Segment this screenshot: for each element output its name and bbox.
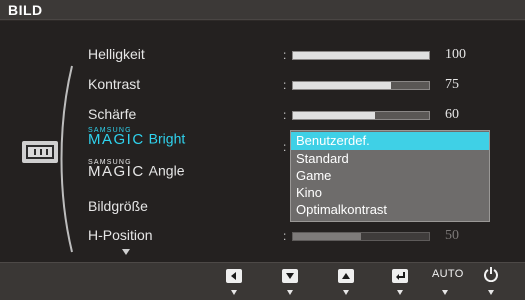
picture-menu-icon bbox=[22, 141, 58, 163]
menu-item-label: Bildgröße bbox=[88, 198, 148, 214]
separator: : bbox=[283, 48, 287, 62]
separator: : bbox=[283, 108, 287, 122]
menu-item-label: Bright bbox=[148, 130, 186, 147]
osd-title: BILD bbox=[8, 2, 43, 18]
arrow-down-icon bbox=[286, 273, 294, 279]
menu-item-bildgroesse[interactable]: Bildgröße bbox=[88, 198, 148, 214]
brand-large-text: MAGIC bbox=[88, 130, 145, 148]
button-pointer-icon bbox=[231, 290, 237, 295]
kontrast-value: 75 bbox=[445, 77, 459, 92]
menu-item-label: Helligkeit bbox=[88, 46, 145, 62]
dropdown-option-standard[interactable]: Standard bbox=[291, 150, 489, 168]
slider-fill bbox=[293, 112, 375, 119]
arrow-down-button[interactable] bbox=[282, 269, 298, 283]
chevron-down-icon[interactable] bbox=[122, 249, 130, 255]
menu-item-magic-angle[interactable]: SAMSUNG MAGIC Angle bbox=[88, 159, 185, 180]
osd-title-bar: BILD bbox=[0, 0, 525, 20]
menu-item-helligkeit[interactable]: Helligkeit bbox=[88, 46, 145, 62]
separator: : bbox=[283, 78, 287, 92]
menu-item-schaerfe[interactable]: Schärfe bbox=[88, 106, 136, 122]
dropdown-option-kino[interactable]: Kino bbox=[291, 184, 489, 202]
brand-large-text: MAGIC bbox=[88, 162, 145, 180]
menu-item-kontrast[interactable]: Kontrast bbox=[88, 76, 140, 92]
auto-button[interactable]: AUTO bbox=[432, 268, 464, 280]
menu-item-label: Angle bbox=[148, 162, 185, 179]
helligkeit-slider[interactable] bbox=[292, 51, 430, 60]
schaerfe-slider[interactable] bbox=[292, 111, 430, 120]
power-icon[interactable] bbox=[483, 266, 499, 282]
menu-item-label: H-Position bbox=[88, 227, 153, 243]
samsung-magic-logo: SAMSUNG MAGIC bbox=[88, 159, 145, 180]
button-pointer-icon bbox=[343, 290, 349, 295]
magic-bright-dropdown[interactable]: Benutzerdef. Standard Game Kino Optimalk… bbox=[290, 130, 490, 222]
arrow-up-icon bbox=[342, 273, 350, 279]
button-pointer-icon bbox=[442, 290, 448, 295]
dropdown-option-optimalkontrast[interactable]: Optimalkontrast bbox=[291, 201, 489, 219]
arrow-left-button[interactable] bbox=[226, 269, 242, 283]
control-bar: AUTO bbox=[0, 262, 525, 300]
menu-item-label: Kontrast bbox=[88, 76, 141, 92]
kontrast-slider[interactable] bbox=[292, 81, 430, 90]
dropdown-option-game[interactable]: Game bbox=[291, 167, 489, 185]
schaerfe-value: 60 bbox=[445, 107, 459, 122]
enter-icon bbox=[396, 272, 405, 280]
samsung-magic-logo: SAMSUNG MAGIC bbox=[88, 127, 145, 148]
enter-button[interactable] bbox=[392, 269, 408, 283]
slider-fill bbox=[293, 233, 361, 240]
button-pointer-icon bbox=[488, 290, 494, 295]
arrow-up-button[interactable] bbox=[338, 269, 354, 283]
separator: : bbox=[283, 229, 287, 243]
button-pointer-icon bbox=[397, 290, 403, 295]
separator: : bbox=[283, 140, 287, 154]
button-pointer-icon bbox=[287, 290, 293, 295]
dropdown-option-benutzerdef[interactable]: Benutzerdef. bbox=[291, 132, 489, 150]
h-position-value: 50 bbox=[445, 228, 459, 243]
menu-item-h-position[interactable]: H-Position bbox=[88, 227, 153, 243]
arrow-left-icon bbox=[231, 272, 236, 280]
h-position-slider bbox=[292, 232, 430, 241]
menu-item-label: Schärfe bbox=[88, 106, 137, 122]
menu-item-magic-bright[interactable]: SAMSUNG MAGIC Bright bbox=[88, 127, 186, 148]
slider-fill bbox=[293, 52, 429, 59]
slider-fill bbox=[293, 82, 391, 89]
helligkeit-value: 100 bbox=[445, 47, 466, 62]
